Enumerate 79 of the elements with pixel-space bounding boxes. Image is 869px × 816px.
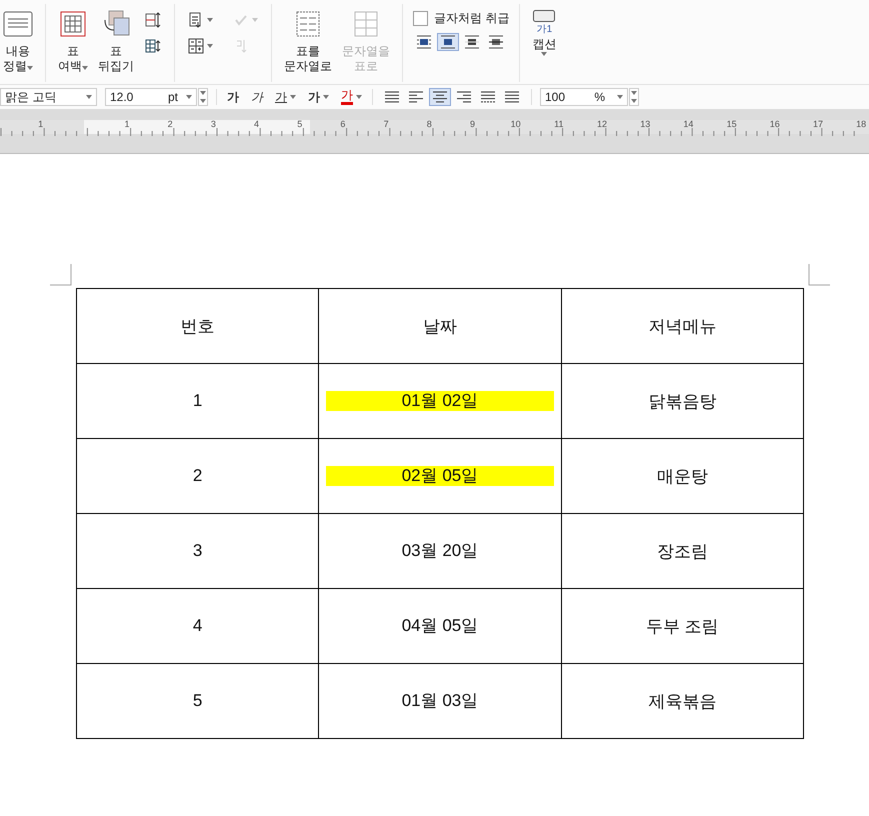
table-cell: 5 [76, 664, 319, 738]
ribbon-button[interactable]: 표를 문자열로 [282, 10, 334, 74]
text-wrap-icon [464, 35, 480, 49]
caret-icon [252, 18, 258, 22]
ruler-number: 9 [468, 119, 476, 129]
ruler-number: 1 [123, 119, 130, 129]
ruler-number: 1 [37, 119, 44, 129]
caret-icon [617, 95, 623, 99]
treat-as-char-checkbox[interactable]: 글자처럼 취급 [413, 10, 510, 27]
page-corner-mark [50, 264, 72, 286]
text-lines-icon [3, 10, 33, 38]
style-button[interactable]: 가 [225, 90, 241, 104]
spinner-icon[interactable] [198, 88, 208, 106]
date-cell-text: 03월 20일 [400, 541, 480, 561]
caret-icon [207, 44, 213, 48]
font-size-field[interactable]: 12.0 pt [105, 88, 197, 106]
ruler-number: 7 [382, 119, 390, 129]
caret-icon [82, 66, 88, 70]
zoom-field[interactable]: 100 % [540, 88, 628, 106]
header-cell: 날짜 [318, 288, 562, 364]
style-button[interactable]: 가 [339, 89, 364, 105]
text-wrap-icon [488, 35, 504, 49]
style-button[interactable]: 가 [249, 90, 265, 104]
header-cell: 저녁메뉴 [561, 288, 804, 364]
ribbon-button[interactable]: 표 여백 [56, 10, 90, 74]
row-height-icon [145, 12, 161, 28]
table-cell: 3 [76, 514, 319, 588]
ruler-number: 4 [253, 119, 260, 129]
calculator-icon [188, 38, 204, 54]
caption-box-icon [533, 10, 556, 22]
date-cell: 01월 02일 [326, 391, 554, 411]
text-wrap-icon [440, 35, 456, 49]
ruler-number: 5 [296, 119, 304, 129]
table-cell: 4 [76, 588, 319, 664]
font-select[interactable]: 맑은 고딕 [0, 88, 97, 106]
table-margin-icon [58, 10, 88, 38]
ruler-number: 15 [726, 119, 738, 129]
ruler-number: 6 [339, 119, 346, 129]
date-cell-text: 01월 03일 [400, 691, 480, 711]
caret-icon [290, 95, 296, 99]
ribbon-button[interactable]: 표 뒤집기 [96, 10, 136, 74]
ruler-number: 14 [682, 119, 694, 129]
table-cell: 장조림 [561, 514, 804, 588]
ruler-number: 11 [553, 119, 565, 129]
date-cell-text: 04월 05일 [400, 616, 480, 636]
ruler-number: 2 [166, 119, 174, 129]
wrap-button[interactable] [437, 33, 459, 51]
table-cell: 2 [76, 438, 319, 514]
caret-icon [86, 95, 92, 99]
spinner-icon[interactable] [629, 88, 639, 106]
header-cell: 번호 [76, 288, 319, 364]
caret-icon [323, 95, 329, 99]
ruler-number: 18 [855, 119, 868, 129]
ruler-number: 10 [510, 119, 522, 129]
table-cell: 매운탕 [561, 438, 804, 514]
caption-button[interactable]: 가1 캡션 [530, 10, 558, 56]
caret-icon [207, 18, 213, 22]
caret-icon [27, 66, 33, 70]
caret-icon [541, 52, 548, 56]
align-button[interactable] [429, 88, 451, 106]
table-cell: 제육볶음 [561, 664, 804, 738]
caret-icon [356, 95, 362, 99]
caret-icon [186, 95, 192, 99]
table-cell: 두부 조림 [561, 588, 804, 664]
ruler-number: 16 [768, 119, 781, 129]
style-button[interactable]: 가 [306, 90, 331, 104]
ribbon-button[interactable]: 내용 정렬 [1, 10, 35, 74]
text-wrap-icon [416, 35, 432, 49]
ruler-number: 8 [426, 119, 433, 129]
column-width-icon [145, 38, 161, 54]
table-cell: 1 [76, 364, 319, 438]
page-corner-mark [808, 264, 830, 286]
ruler-number: 17 [812, 119, 824, 129]
style-button[interactable]: 가 [273, 90, 298, 104]
table-cell: 닭볶음탕 [561, 364, 804, 438]
ruler-number: 12 [596, 119, 608, 129]
ruler-number: 3 [210, 119, 217, 129]
date-cell: 02월 05일 [326, 466, 554, 486]
ruler-number: 13 [639, 119, 652, 129]
